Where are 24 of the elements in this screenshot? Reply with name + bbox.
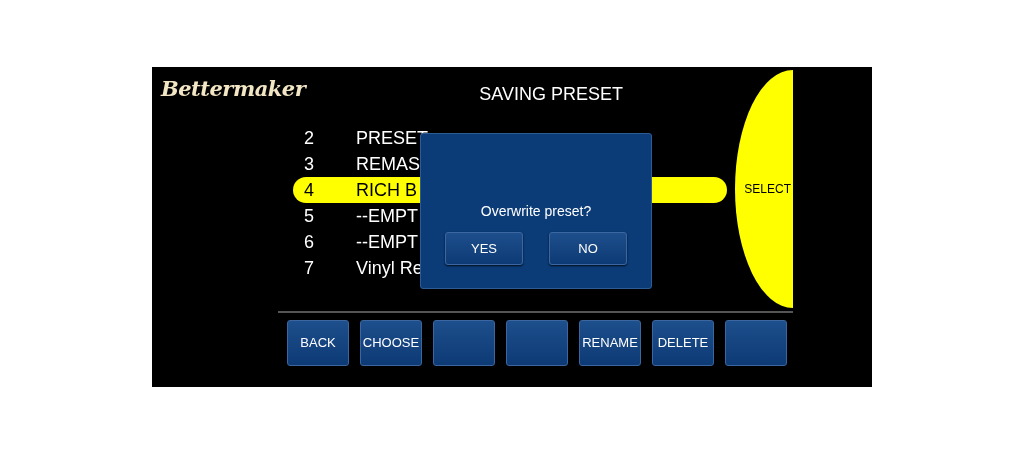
preset-name: RICH B [356,179,417,201]
preset-name: --EMPT [356,231,418,253]
dialog-button[interactable]: NO [549,232,627,265]
preset-name: REMAS [356,153,420,175]
select-button[interactable]: SELECT [735,70,793,308]
preset-number: 2 [303,127,315,149]
blank-button[interactable] [506,320,568,366]
preset-name: PRESET [356,127,429,149]
preset-number: 3 [303,153,315,175]
preset-number: 4 [303,179,315,201]
function-button[interactable]: CHOOSE [360,320,422,366]
blank-button[interactable] [725,320,787,366]
preset-number: 6 [303,231,315,253]
preset-number: 7 [303,257,315,279]
preset-number: 5 [303,205,315,227]
screen-title: SAVING PRESET [479,83,623,105]
dialog-button[interactable]: YES [445,232,523,265]
brand-logo: Bettermaker [161,75,306,103]
function-button[interactable]: RENAME [579,320,641,366]
dialog-message: Overwrite preset? [480,202,592,220]
preset-name: --EMPT [356,205,418,227]
blank-button[interactable] [433,320,495,366]
function-button[interactable]: DELETE [652,320,714,366]
function-button[interactable]: BACK [287,320,349,366]
